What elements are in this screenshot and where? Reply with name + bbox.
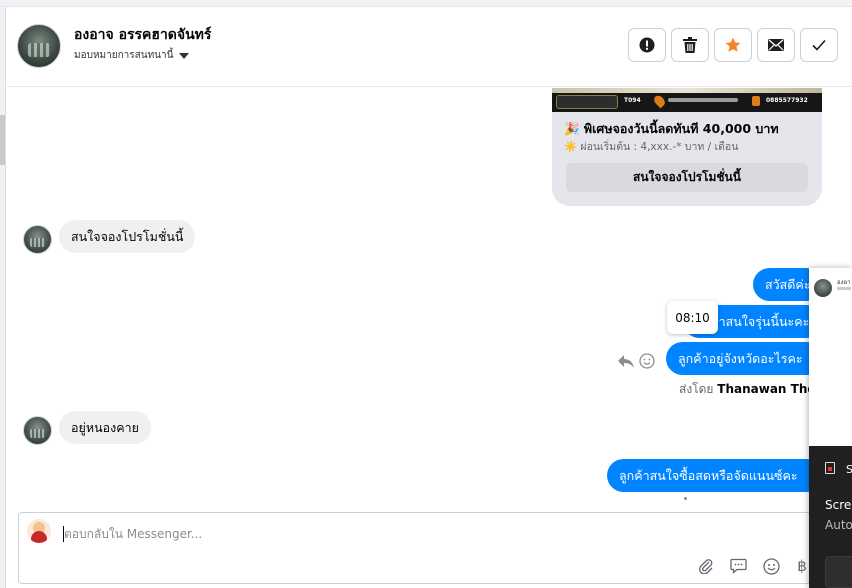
scroll-indicator — [684, 497, 687, 500]
react-emoji-icon[interactable] — [639, 353, 655, 369]
assign-label: มอบหมายการสนทนานี้ — [74, 50, 174, 61]
phone-icon — [752, 96, 760, 106]
outgoing-message[interactable]: ลูกค้าอยู่จังหวัดอะไรคะ — [666, 342, 823, 375]
delete-button[interactable] — [671, 28, 709, 62]
outgoing-message[interactable]: ลูกค้าสนใจซื้อสดหรือจัดแนนซ์คะ — [607, 459, 823, 492]
promo-subtitle: ☀️ ผ่อนเริ่มต้น : 4,xxx.-* บาท / เดือน — [564, 141, 739, 153]
notification-title: Scre — [825, 498, 852, 512]
contact-avatar[interactable] — [17, 24, 61, 68]
assign-conversation-dropdown[interactable]: มอบหมายการสนทนานี้ — [74, 48, 190, 63]
message-actions — [617, 353, 655, 369]
banner-address-line — [668, 98, 738, 102]
popup-avatar — [814, 279, 832, 297]
banner-phone: 0885577932 — [766, 97, 808, 104]
conversation-header: องอาจ อรรคฮาดจันทร์ มอบหมายการสนทนานี้ — [7, 7, 852, 87]
brand-logo — [556, 95, 618, 109]
scrollbar-thumb[interactable] — [0, 115, 5, 165]
popup-subtitle-line — [837, 287, 851, 290]
banner-strip — [552, 88, 822, 93]
promo-card: T094 0885577932 🎉 พิเศษจองวันนี้ลดทันที … — [552, 88, 822, 206]
reply-composer: ฿ — [18, 512, 818, 584]
check-icon — [812, 39, 826, 51]
message-thread[interactable]: T094 0885577932 🎉 พิเศษจองวันนี้ลดทันที … — [7, 88, 852, 510]
baht-symbol: ฿ — [797, 557, 807, 575]
chat-popup-window[interactable]: องอา S Scre Auto — [809, 268, 852, 588]
notification-app-letter: S — [846, 463, 852, 476]
timestamp-tooltip: 08:10 — [667, 301, 718, 334]
done-button[interactable] — [800, 28, 838, 62]
reply-icon[interactable] — [617, 353, 635, 369]
page-avatar — [27, 519, 51, 543]
notification-action-button[interactable] — [825, 556, 852, 588]
banner-code: T094 — [624, 97, 641, 104]
promo-title: 🎉 พิเศษจองวันนี้ลดทันที 40,000 บาท — [564, 121, 779, 136]
left-scrollbar[interactable] — [0, 7, 6, 588]
star-icon — [725, 37, 741, 52]
chat-bubble-icon[interactable] — [727, 555, 749, 577]
notification-toast[interactable]: S Scre Auto — [809, 446, 852, 588]
notification-body: Auto — [825, 518, 852, 532]
screenshot-app-icon — [825, 462, 835, 474]
sent-by-prefix: ส่งโดย — [679, 382, 714, 396]
caret-down-icon — [179, 52, 190, 59]
incoming-message[interactable]: อยู่หนองคาย — [59, 411, 151, 444]
star-button[interactable] — [714, 28, 752, 62]
alert-circle-icon — [639, 37, 655, 53]
emoji-icon[interactable] — [760, 555, 782, 577]
spam-button[interactable] — [628, 28, 666, 62]
envelope-icon — [768, 39, 784, 51]
reply-input[interactable] — [64, 523, 764, 545]
top-strip — [0, 0, 852, 7]
contact-avatar-small[interactable] — [23, 225, 52, 254]
promo-banner-image[interactable]: T094 0885577932 — [552, 88, 822, 112]
location-pin-icon — [652, 93, 667, 109]
trash-icon — [683, 37, 697, 53]
incoming-message[interactable]: สนใจจองโปรโมชั่นนี้ — [59, 220, 196, 253]
contact-avatar-small[interactable] — [23, 416, 52, 445]
sent-by-label: ส่งโดย Thanawan Thon — [679, 380, 824, 399]
promo-cta-button[interactable]: สนใจจองโปรโมชั่นนี้ — [566, 163, 808, 192]
paperclip-icon[interactable] — [695, 555, 717, 577]
contact-name[interactable]: องอาจ อรรคฮาดจันทร์ — [74, 24, 211, 46]
mark-unread-button[interactable] — [757, 28, 795, 62]
popup-title: องอา — [837, 279, 851, 286]
